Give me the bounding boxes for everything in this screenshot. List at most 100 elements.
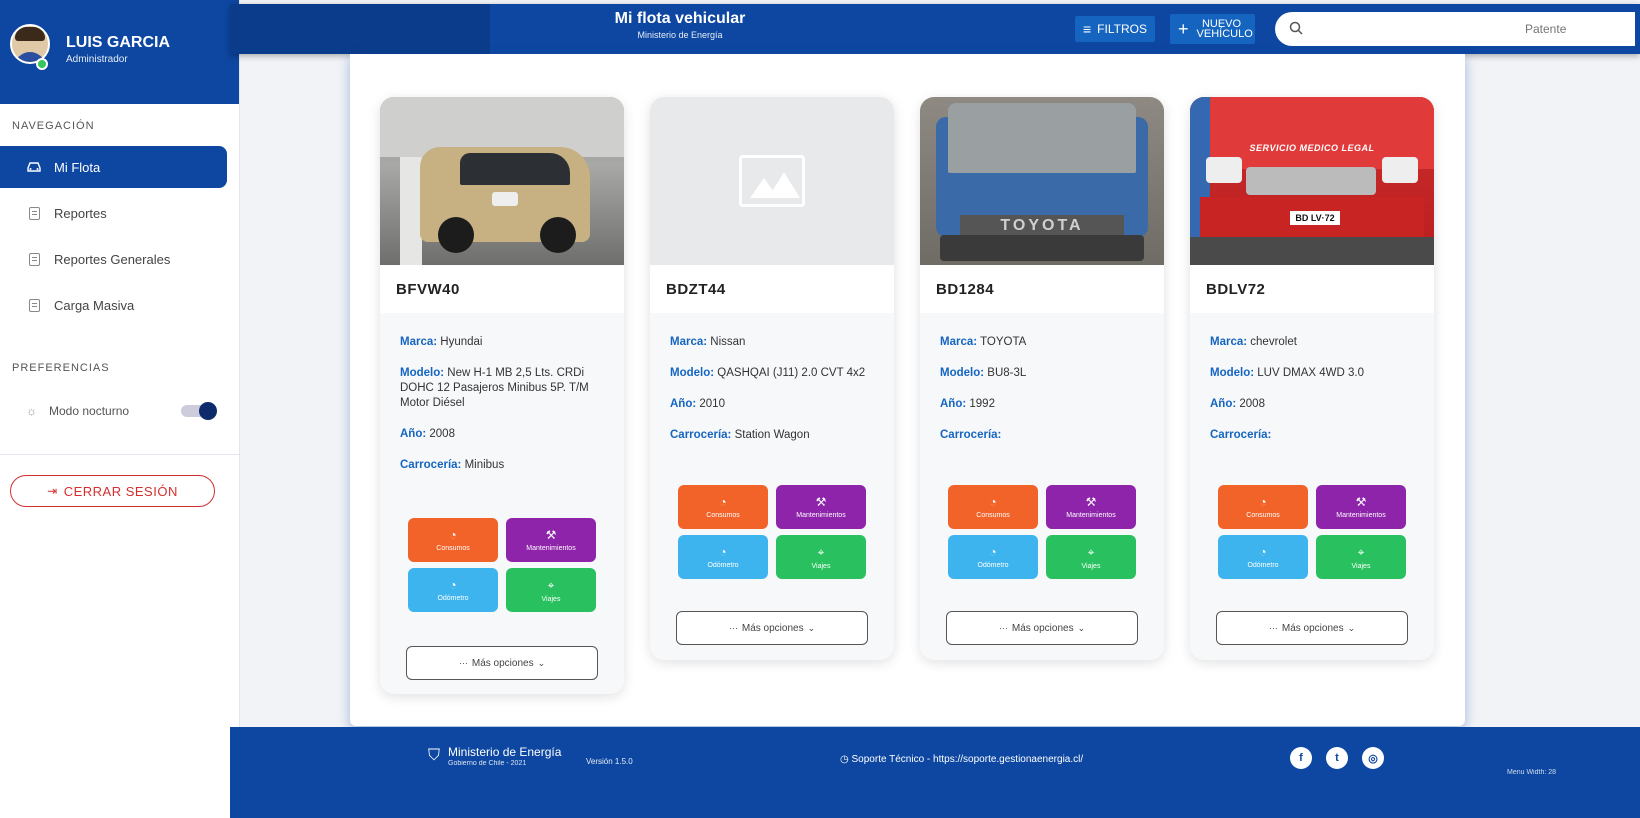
anio-value: 2010	[699, 398, 725, 410]
tools-icon: ⚒	[545, 528, 557, 542]
search-input[interactable]	[1525, 22, 1615, 36]
ellipsis-icon: ···	[998, 623, 1008, 633]
modelo-value: LUV DMAX 4WD 3.0	[1257, 367, 1365, 379]
mantenimientos-button[interactable]: ⚒ Mantenimientos	[1316, 485, 1406, 529]
twitter-icon[interactable]: t	[1326, 747, 1348, 769]
footer-brand: ⛉ Ministerio de Energía Gobierno de Chil…	[428, 745, 561, 767]
location-pin-icon: ⌖	[817, 544, 825, 559]
online-status-dot	[36, 58, 48, 70]
logout-label: CERRAR SESIÓN	[63, 483, 178, 499]
more-options-button[interactable]: ··· Más opciones ⌄	[1216, 611, 1408, 645]
speedometer-icon: ◔	[449, 578, 457, 592]
photo-hood-text: SERVICIO MEDICO LEGAL	[1249, 143, 1375, 153]
more-options-button[interactable]: ··· Más opciones ⌄	[946, 611, 1138, 645]
mantenimientos-button[interactable]: ⚒ Mantenimientos	[1046, 485, 1136, 529]
viajes-button[interactable]: ⌖ Viajes	[1046, 535, 1136, 579]
carroceria-value: Station Wagon	[734, 429, 810, 441]
odometro-label: Odómetro	[437, 595, 469, 602]
page-title: Mi flota vehicular	[614, 10, 746, 27]
odometro-button[interactable]: ◔ Odómetro	[678, 535, 768, 579]
marca-value: Nissan	[710, 336, 746, 348]
vehicle-photo[interactable]: TOYOTA	[920, 97, 1164, 265]
carroceria-value: Minibus	[464, 459, 505, 471]
consumos-button[interactable]: ◔ Consumos	[948, 485, 1038, 529]
filter-icon: ≡	[1083, 21, 1092, 37]
photo-brand-text: TOYOTA	[1000, 217, 1084, 234]
field-label: Marca:	[1210, 336, 1248, 348]
mantenimientos-label: Mantenimientos	[1336, 512, 1386, 519]
footer-support[interactable]: ◷ Soporte Técnico - https://soporte.gest…	[840, 754, 1083, 765]
field-label: Modelo:	[1210, 367, 1255, 379]
vehicle-plate: BD1284	[920, 265, 1164, 313]
ellipsis-icon: ···	[728, 623, 738, 633]
logout-button[interactable]: ⇥ CERRAR SESIÓN	[10, 475, 215, 507]
search-icon	[1289, 21, 1303, 38]
chevron-down-icon: ⌄	[1347, 622, 1356, 633]
field-label: Año:	[400, 428, 427, 440]
anio-value: 1992	[969, 398, 995, 410]
sidebar-item-reportes-generales[interactable]: Reportes Generales	[0, 238, 239, 280]
instagram-icon[interactable]: ◎	[1362, 747, 1384, 769]
vehicle-info: Marca: TOYOTA Modelo: BU8-3L Año: 1992 C…	[920, 313, 1164, 660]
odometro-button[interactable]: ◔ Odómetro	[1218, 535, 1308, 579]
consumos-button[interactable]: ◔ Consumos	[1218, 485, 1308, 529]
mantenimientos-label: Mantenimientos	[1066, 512, 1116, 519]
viajes-button[interactable]: ⌖ Viajes	[776, 535, 866, 579]
mantenimientos-label: Mantenimientos	[796, 512, 846, 519]
vehicle-info: Marca: chevrolet Modelo: LUV DMAX 4WD 3.…	[1190, 313, 1434, 660]
footer-support-text: Soporte Técnico - https://soporte.gestio…	[851, 754, 1084, 765]
viajes-label: Viajes	[1081, 562, 1101, 570]
more-options-button[interactable]: ··· Más opciones ⌄	[406, 646, 598, 680]
mantenimientos-button[interactable]: ⚒ Mantenimientos	[506, 518, 596, 562]
viajes-button[interactable]: ⌖ Viajes	[506, 568, 596, 612]
field-label: Año:	[670, 398, 697, 410]
tools-icon: ⚒	[1085, 495, 1097, 509]
more-options-button[interactable]: ··· Más opciones ⌄	[676, 611, 868, 645]
consumos-button[interactable]: ◔ Consumos	[408, 518, 498, 562]
sidebar-item-carga-masiva[interactable]: Carga Masiva	[0, 284, 239, 326]
sidebar-item-label: Carga Masiva	[54, 297, 135, 313]
more-options-label: Más opciones	[741, 622, 804, 634]
odometro-button[interactable]: ◔ Odómetro	[948, 535, 1038, 579]
location-pin-icon: ⌖	[1357, 544, 1365, 559]
document-icon	[26, 205, 42, 221]
modelo-value: QASHQAI (J11) 2.0 CVT 4x2	[717, 367, 866, 379]
consumos-button[interactable]: ◔ Consumos	[678, 485, 768, 529]
vehicle-photo-placeholder[interactable]	[650, 97, 894, 265]
tools-icon: ⚒	[815, 495, 827, 509]
ellipsis-icon: ···	[1268, 623, 1278, 633]
plus-icon: +	[1178, 19, 1189, 39]
sidebar: LUIS GARCIA Administrador NAVEGACIÓN Mi …	[0, 0, 240, 818]
mantenimientos-button[interactable]: ⚒ Mantenimientos	[776, 485, 866, 529]
vehicle-plate: BDZT44	[650, 265, 894, 313]
image-placeholder-icon	[739, 155, 805, 207]
sidebar-item-mi-flota[interactable]: Mi Flota	[0, 146, 227, 188]
new-vehicle-button[interactable]: + NUEVO VEHÍCULO	[1170, 14, 1255, 44]
odometro-button[interactable]: ◔ Odómetro	[408, 568, 498, 612]
ellipsis-icon: ···	[458, 658, 468, 668]
dark-mode-toggle[interactable]	[181, 402, 217, 420]
anio-value: 2008	[1239, 398, 1265, 410]
consumos-label: Consumos	[706, 512, 740, 519]
gauge-icon: ◔	[1259, 495, 1267, 509]
filters-button[interactable]: ≡ FILTROS	[1075, 16, 1155, 42]
facebook-icon[interactable]: f	[1290, 747, 1312, 769]
sun-icon: ☼	[26, 404, 37, 418]
vehicle-photo[interactable]	[380, 97, 624, 265]
vehicle-photo[interactable]: SERVICIO MEDICO LEGAL BD LV·72	[1190, 97, 1434, 265]
chevron-down-icon: ⌄	[807, 622, 816, 633]
filters-label: FILTROS	[1097, 22, 1147, 36]
user-name: LUIS GARCIA	[66, 34, 170, 51]
shield-icon: ⛉	[428, 747, 441, 764]
viajes-button[interactable]: ⌖ Viajes	[1316, 535, 1406, 579]
menu-width-label: Menu Width: 28	[1507, 769, 1557, 776]
vehicle-plate: BDLV72	[1190, 265, 1434, 313]
mantenimientos-label: Mantenimientos	[526, 545, 576, 552]
sidebar-item-label: Reportes Generales	[54, 251, 171, 267]
sidebar-item-reportes[interactable]: Reportes	[0, 192, 239, 234]
location-pin-icon: ⌖	[547, 577, 555, 592]
speedometer-icon: ◔	[989, 545, 997, 559]
chevron-down-icon: ⌄	[1077, 622, 1086, 633]
page-subtitle: Ministerio de Energía	[637, 30, 723, 40]
top-bar: Mi flota vehicular Ministerio de Energía…	[230, 4, 1640, 54]
